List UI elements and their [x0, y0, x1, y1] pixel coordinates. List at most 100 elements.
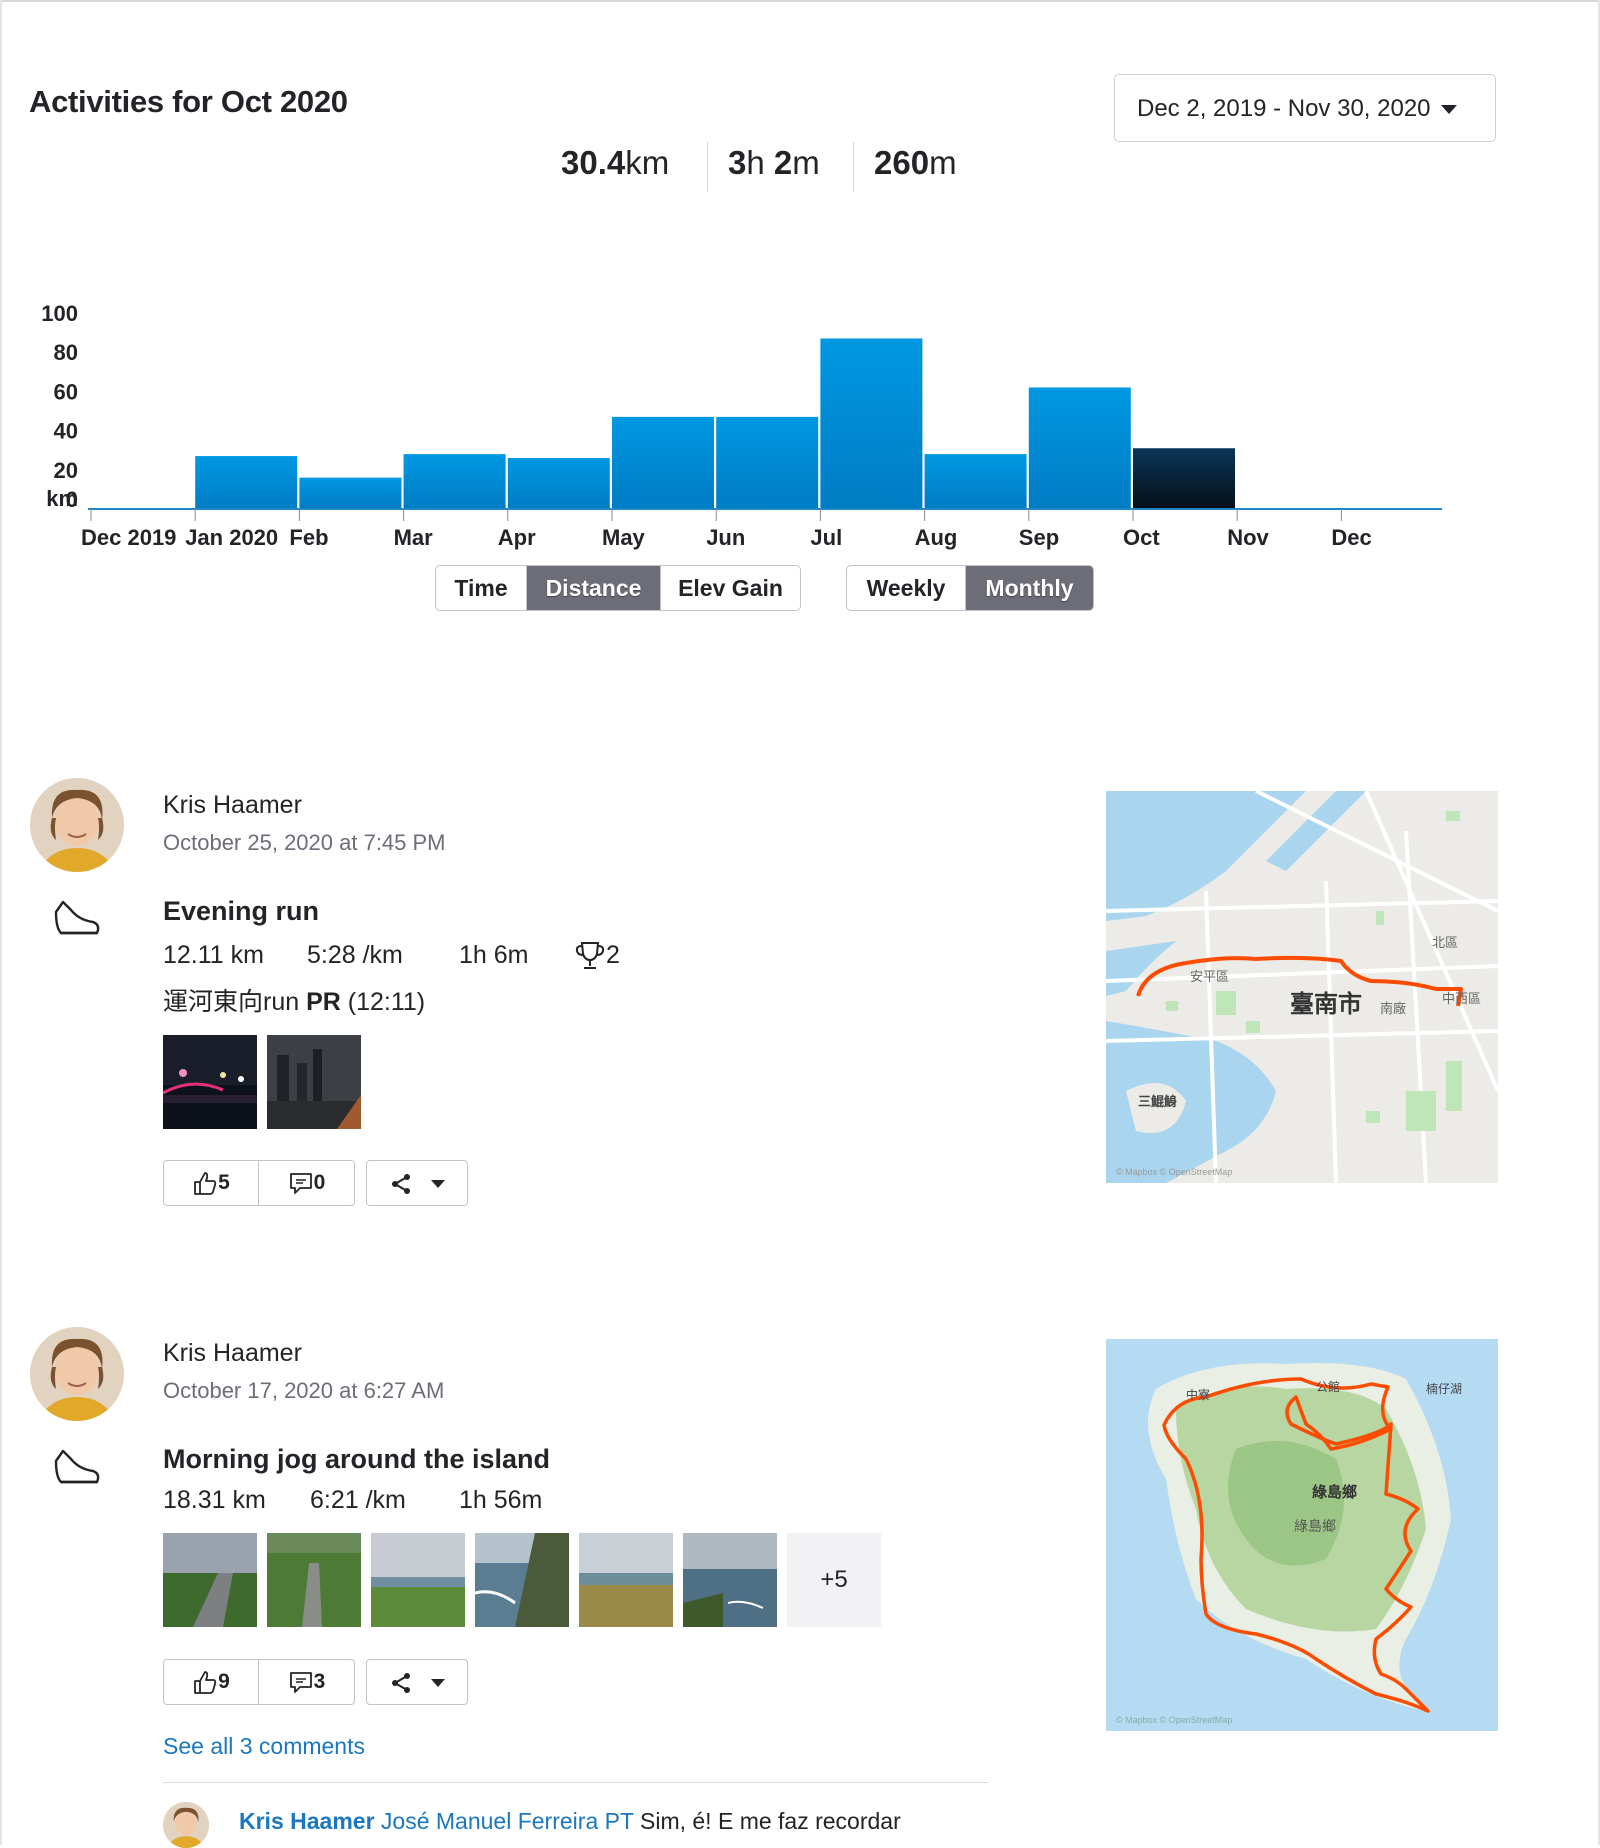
map-attribution: © Mapbox © OpenStreetMap: [1116, 1715, 1232, 1725]
comment-author-link[interactable]: Kris Haamer: [239, 1808, 375, 1834]
activity-photo[interactable]: [163, 1533, 257, 1627]
x-tick-label: Aug: [915, 525, 958, 550]
kudos-comment-group: 5 0: [163, 1160, 355, 1206]
activity-photo[interactable]: [163, 1035, 257, 1129]
y-tick-label: 80: [54, 340, 78, 365]
chevron-down-icon: [431, 1180, 445, 1188]
activity-photo[interactable]: [475, 1533, 569, 1627]
bar-apr[interactable]: [507, 458, 610, 509]
activity-title-link[interactable]: Morning jog around the island: [163, 1444, 550, 1475]
x-tick-label: Jun: [706, 525, 745, 550]
bar-mar[interactable]: [403, 454, 506, 509]
bar-aug[interactable]: [924, 454, 1027, 509]
pr-label: PR: [306, 988, 341, 1016]
y-tick-label: 20: [54, 458, 78, 483]
activity-photo[interactable]: [683, 1533, 777, 1627]
route-map[interactable]: 安平區 北區 臺南市 南廠 中西區 三鯤鯓 © Mapbox © OpenStr…: [1106, 791, 1498, 1183]
y-tick-label: 60: [54, 379, 78, 404]
bar-sep[interactable]: [1028, 387, 1131, 509]
comment-button[interactable]: 0: [259, 1161, 354, 1205]
map-label: 公館: [1316, 1379, 1340, 1394]
toggle-time[interactable]: Time: [436, 566, 527, 610]
toggle-weekly[interactable]: Weekly: [847, 566, 966, 610]
see-all-comments-link[interactable]: See all 3 comments: [163, 1733, 365, 1760]
activity-photo[interactable]: [371, 1533, 465, 1627]
athlete-name-link[interactable]: Kris Haamer: [163, 791, 302, 820]
bar-feb[interactable]: [299, 477, 402, 509]
activity-title-link[interactable]: Evening run: [163, 896, 319, 927]
month-totals: 30.4km 3h 2m 260m: [0, 142, 1600, 194]
run-shoe-icon: [54, 1449, 100, 1484]
avatar[interactable]: [30, 778, 124, 872]
athlete-name-link[interactable]: Kris Haamer: [163, 1339, 302, 1368]
x-tick-label: Dec 2019: [81, 525, 176, 550]
toggle-elev-gain[interactable]: Elev Gain: [661, 566, 800, 610]
x-tick-label: Jul: [810, 525, 842, 550]
kudos-count: 9: [218, 1670, 230, 1693]
bar-may[interactable]: [612, 416, 714, 509]
bar-jan-2020[interactable]: [195, 456, 298, 509]
activity-distance: 18.31 km: [163, 1486, 266, 1514]
date-range-value: Dec 2, 2019 - Nov 30, 2020: [1137, 95, 1431, 122]
total-time: 3h 2m: [728, 144, 820, 181]
bar-jul[interactable]: [820, 338, 923, 509]
kudos-comment-group: 9 3: [163, 1659, 355, 1705]
map-label: 三鯤鯓: [1138, 1094, 1177, 1109]
kudos-button[interactable]: 5: [164, 1161, 259, 1205]
bar-jun[interactable]: [716, 416, 819, 509]
activity-photo[interactable]: [267, 1533, 361, 1627]
period-toggle: Weekly Monthly: [846, 565, 1094, 611]
more-photos-button[interactable]: +5: [787, 1533, 881, 1627]
run-shoe-icon: [54, 900, 100, 935]
comment-mention-link[interactable]: José Manuel Ferreira PT: [381, 1808, 634, 1834]
x-tick-label: Sep: [1019, 525, 1059, 550]
comment-avatar[interactable]: [163, 1802, 209, 1848]
chevron-down-icon: [1441, 105, 1457, 114]
window-top-border: [0, 0, 1600, 2]
toggle-distance[interactable]: Distance: [527, 566, 661, 610]
x-tick-label: Jan 2020: [185, 525, 278, 550]
thumbs-up-icon: [194, 1671, 217, 1694]
map-label: 中西區: [1442, 991, 1481, 1006]
y-tick-label: 100: [41, 301, 78, 326]
activity-time: 1h 56m: [459, 1486, 543, 1514]
trophy-icon: [575, 942, 605, 969]
thumbs-up-icon: [194, 1172, 217, 1195]
route-map[interactable]: 中寮 公館 楠仔湖 綠島鄉 綠島鄉 © Mapbox © OpenStreetM…: [1106, 1339, 1498, 1731]
comments-divider: [163, 1782, 988, 1783]
x-tick-label: Feb: [289, 525, 328, 550]
kudos-count: 5: [218, 1171, 230, 1194]
date-range-dropdown[interactable]: Dec 2, 2019 - Nov 30, 2020: [1114, 74, 1496, 142]
y-axis-unit: km: [46, 486, 78, 511]
y-tick-label: 40: [54, 419, 78, 444]
map-label: 綠島鄉: [1294, 1518, 1336, 1534]
segment-name[interactable]: 運河東向run: [163, 988, 299, 1016]
bar-oct[interactable]: [1133, 448, 1235, 509]
comment-count: 3: [313, 1670, 326, 1693]
x-tick-label: Nov: [1227, 525, 1269, 550]
avatar[interactable]: [30, 1327, 124, 1421]
activity-photo[interactable]: [267, 1035, 361, 1129]
comment-body: Sim, é! E me faz recordar: [633, 1808, 901, 1834]
x-tick-label: Apr: [498, 525, 536, 550]
comment-count: 0: [313, 1171, 326, 1194]
activity-pace: 5:28 /km: [307, 941, 403, 969]
map-label: 南廠: [1380, 1001, 1406, 1016]
metric-toggle: Time Distance Elev Gain: [435, 565, 801, 611]
segment-pr: 運河東向run PR (12:11): [163, 982, 425, 1018]
map-label: 中寮: [1186, 1387, 1210, 1402]
activity-photo[interactable]: [579, 1533, 673, 1627]
map-label: 綠島鄉: [1312, 1483, 1357, 1501]
activity-date: October 17, 2020 at 6:27 AM: [163, 1378, 445, 1403]
x-tick-label: Mar: [394, 525, 434, 550]
share-button[interactable]: [366, 1160, 468, 1206]
x-tick-label: May: [602, 525, 646, 550]
page-title: Activities for Oct 2020: [29, 84, 348, 119]
comment-button[interactable]: 3: [259, 1660, 354, 1704]
toggle-monthly[interactable]: Monthly: [966, 566, 1093, 610]
share-icon: [392, 1174, 410, 1194]
kudos-button[interactable]: 9: [164, 1660, 259, 1704]
activity-time: 1h 6m: [459, 941, 529, 969]
map-label: 北區: [1432, 935, 1458, 950]
share-button[interactable]: [366, 1659, 468, 1705]
